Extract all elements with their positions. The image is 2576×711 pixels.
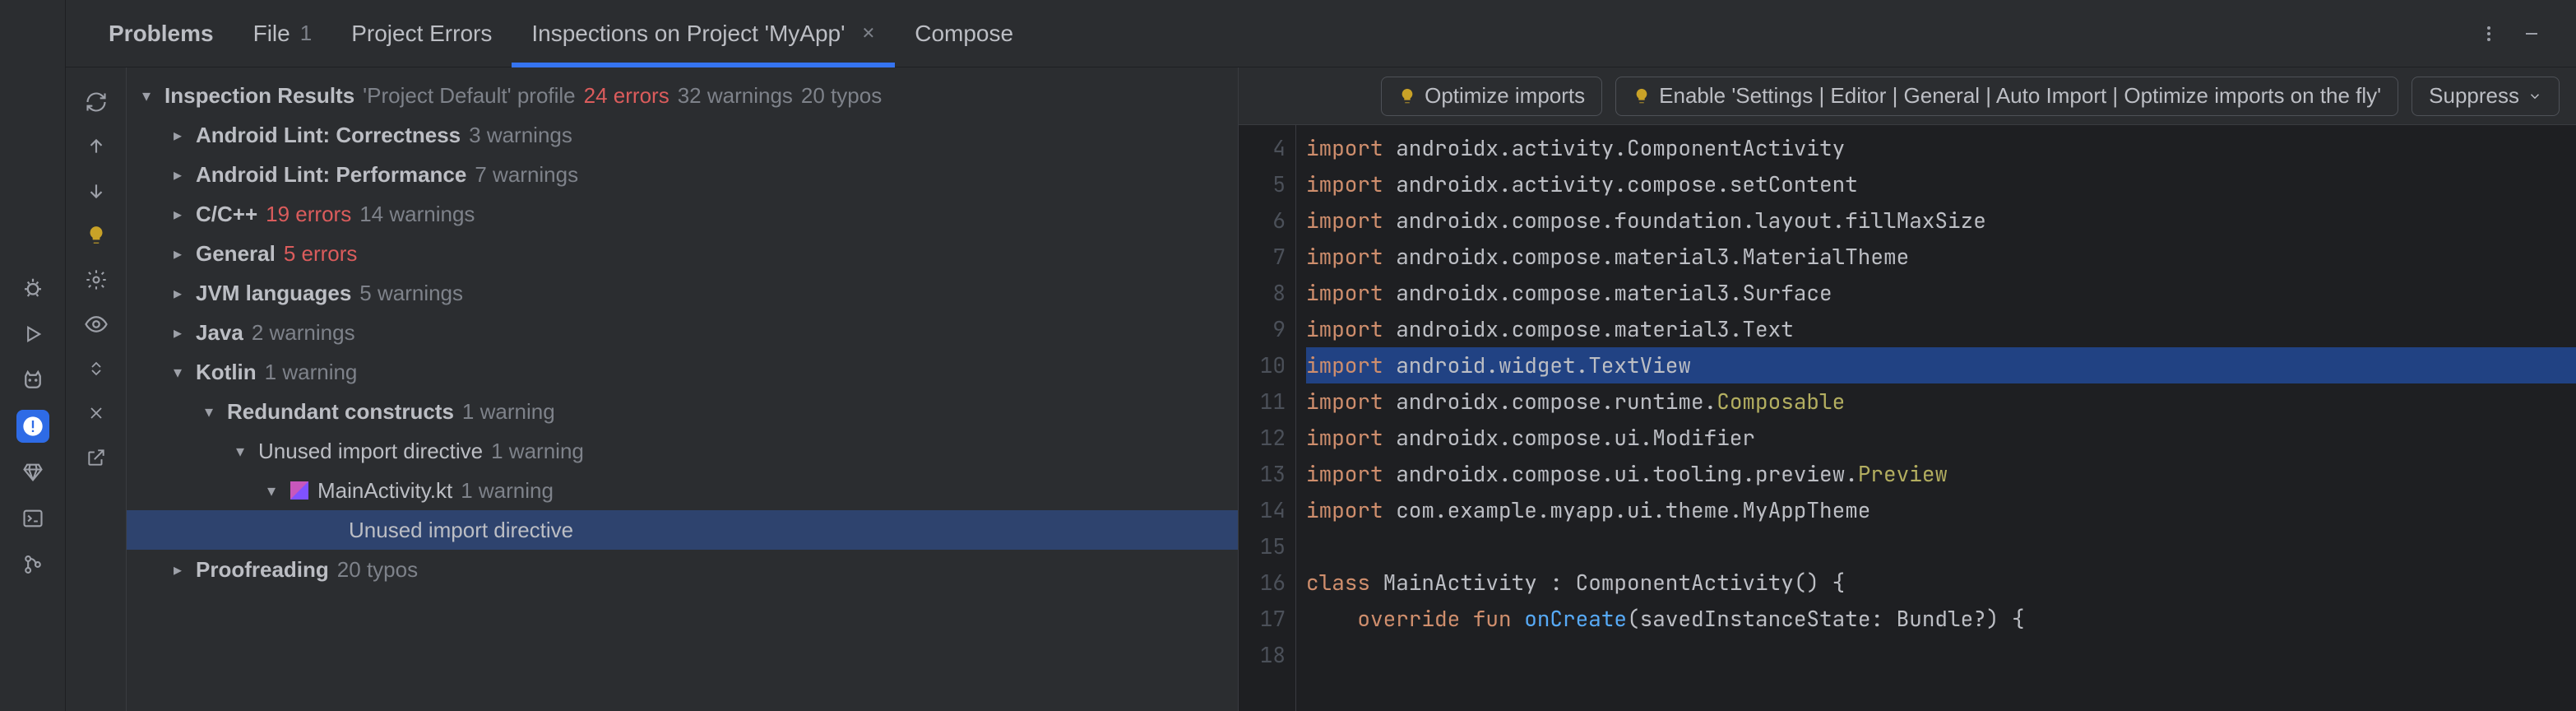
line-gutter: 456789101112131415161718: [1239, 125, 1296, 711]
tool-window-rail: [0, 0, 66, 711]
arrow-down-icon[interactable]: [80, 174, 113, 207]
tree-item[interactable]: ▸General 5 errors: [127, 234, 1238, 273]
minimize-icon[interactable]: [2510, 24, 2553, 44]
terminal-icon[interactable]: [16, 502, 49, 535]
tree-item[interactable]: ▸JVM languages 5 warnings: [127, 273, 1238, 313]
tab-file[interactable]: File1: [234, 0, 332, 67]
bulb-icon[interactable]: [80, 219, 113, 252]
inspection-results-header[interactable]: ▾ Inspection Results 'Project Default' p…: [127, 76, 1238, 115]
tree-item[interactable]: ▾Kotlin 1 warning: [127, 352, 1238, 392]
gear-icon[interactable]: [80, 263, 113, 296]
tree-item[interactable]: ▸Proofreading 20 typos: [127, 550, 1238, 589]
refresh-icon[interactable]: [80, 86, 113, 118]
export-icon[interactable]: [80, 441, 113, 474]
optimize-imports-button[interactable]: Optimize imports: [1381, 77, 1602, 116]
diff-icon[interactable]: [80, 397, 113, 430]
tree-item[interactable]: ▸Android Lint: Performance 7 warnings: [127, 155, 1238, 194]
diamond-icon[interactable]: [16, 456, 49, 489]
collapse-icon[interactable]: [80, 352, 113, 385]
tree-item[interactable]: ▸C/C++ 19 errors 14 warnings: [127, 194, 1238, 234]
vcs-icon[interactable]: [16, 548, 49, 581]
suppress-button[interactable]: Suppress: [2412, 77, 2560, 116]
tree-item[interactable]: ▸Android Lint: Correctness 3 warnings: [127, 115, 1238, 155]
tab-compose[interactable]: Compose: [895, 0, 1033, 67]
tree-item[interactable]: ▾MainActivity.kt 1 warning: [127, 471, 1238, 510]
main-panel: Problems File1 Project Errors Inspection…: [66, 0, 2576, 711]
tree-item[interactable]: ▾Unused import directive 1 warning: [127, 431, 1238, 471]
arrow-up-icon[interactable]: [80, 130, 113, 163]
kotlin-file-icon: [290, 481, 309, 500]
tree-item[interactable]: ▾Redundant constructs 1 warning: [127, 392, 1238, 431]
code-area[interactable]: 456789101112131415161718 import androidx…: [1239, 125, 2576, 711]
tree-item[interactable]: ▸Java 2 warnings: [127, 313, 1238, 352]
enable-auto-import-button[interactable]: Enable 'Settings | Editor | General | Au…: [1615, 77, 2398, 116]
problems-tabbar: Problems File1 Project Errors Inspection…: [66, 0, 2576, 67]
quickfix-bar: Optimize imports Enable 'Settings | Edit…: [1239, 67, 2576, 125]
bug-icon[interactable]: [16, 272, 49, 304]
play-icon[interactable]: [16, 318, 49, 351]
editor-pane: Optimize imports Enable 'Settings | Edit…: [1239, 67, 2576, 711]
close-icon[interactable]: ✕: [861, 23, 875, 44]
inspection-tree: ▾ Inspection Results 'Project Default' p…: [127, 67, 1239, 711]
tab-inspections[interactable]: Inspections on Project 'MyApp'✕: [512, 0, 895, 67]
code-content[interactable]: import androidx.activity.ComponentActivi…: [1296, 125, 2576, 711]
more-icon[interactable]: [2467, 24, 2510, 44]
problems-tool-icon[interactable]: [16, 410, 49, 443]
tab-problems[interactable]: Problems: [89, 0, 234, 67]
cat-icon[interactable]: [16, 364, 49, 397]
tree-item[interactable]: Unused import directive: [127, 510, 1238, 550]
eye-icon[interactable]: [80, 308, 113, 341]
inspection-tools-column: [66, 67, 127, 711]
tab-project-errors[interactable]: Project Errors: [331, 0, 512, 67]
